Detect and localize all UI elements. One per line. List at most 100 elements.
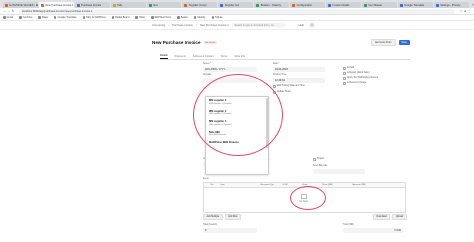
browser-tab-label: Item Master (368, 3, 383, 7)
dropdown-scrollbar[interactable] (266, 98, 268, 148)
posting-time-label: Posting Time (273, 74, 287, 76)
supplier-option-description: MM supplier 4 (Sanket) (209, 123, 232, 126)
bookmark-label: Maps (41, 16, 48, 19)
get-items-button[interactable]: Get Items From (370, 39, 396, 46)
bookmark-item[interactable]: Maps (38, 16, 48, 19)
empty-table-text: No Data (299, 199, 308, 203)
edit-posting-checkbox[interactable]: Edit Posting Date and Time (273, 85, 305, 88)
bookmark-label: ERPNext Docs (154, 16, 172, 19)
reverse-charge-label: Is Reverse Charge (347, 82, 367, 85)
browser-tab-label: Brokers - tinkerby (260, 3, 282, 7)
total-label: Total (INR) (343, 224, 354, 226)
upload-button[interactable]: Upload (392, 214, 407, 220)
supplier-option[interactable]: MM supplier 2 MM supplier 2 (Sanket) (206, 108, 268, 119)
supplier-option[interactable]: MM supplier 3 MM supplier 3 (Sanket) (206, 97, 268, 108)
form-tab[interactable]: Details (160, 54, 168, 59)
bookmark-item[interactable]: Google Translate (53, 16, 77, 19)
series-select[interactable]: ACC-PINV-.YYYY.- (203, 67, 257, 72)
supplier-input[interactable] (203, 78, 257, 83)
bookmark-label: Odoo (138, 16, 146, 19)
save-button[interactable]: Save (398, 40, 410, 45)
supplier-option-description: MM supplier 2 (Sanket) (209, 113, 232, 116)
bookmark-label: Shopify (197, 16, 206, 19)
bookmark-icon (19, 16, 22, 19)
form-tab[interactable]: Address & Contact (193, 55, 214, 59)
tab-favicon-icon (363, 3, 367, 7)
items-label: Items (203, 178, 209, 180)
address-input[interactable]: localhost:8000/app/purchase-invoice/new-… (19, 8, 455, 14)
breadcrumb-item[interactable]: New Purchase Invoice 1 (200, 24, 229, 27)
is-return-label: Is Return (Debit Note) (347, 72, 370, 75)
bookmark-icon (111, 16, 115, 19)
is-paid-checkbox[interactable]: Is Paid (343, 67, 354, 70)
is-return-checkbox[interactable]: Is Return (Debit Note) (343, 72, 369, 75)
empty-table-icon (300, 193, 307, 199)
tab-favicon-icon (184, 3, 188, 7)
table-header-cell: No. (210, 184, 214, 186)
bookmark-label: Google Translate (57, 16, 77, 19)
total-qty-label: Total Quantity (203, 224, 218, 226)
browser-tab-label: Configuration (296, 3, 313, 7)
edit-posting-label: Edit Posting Date and Time (277, 85, 305, 88)
breadcrumb-item[interactable]: Accounting (152, 24, 165, 27)
download-button[interactable]: Download (373, 214, 391, 220)
tab-favicon-icon (76, 3, 80, 7)
supplier-option-name: MultiPulse ERB Finance (209, 141, 239, 145)
browser-url-bar: ← → ↻ localhost:8000/app/purchase-invoic… (0, 8, 474, 15)
supplier-option[interactable]: Nine MM Nine MM Material (206, 129, 268, 140)
project-field[interactable]: Project (313, 158, 324, 161)
help-menu[interactable]: Help (298, 24, 304, 27)
date-input[interactable]: 24-04-2023 (273, 67, 325, 72)
tab-favicon-icon (220, 3, 224, 7)
bookmark-label: SQLite (215, 16, 223, 19)
browser-tab-label: E-INVOICE VALUES - ERPNEXT 2023 BETA (9, 3, 38, 7)
avatar[interactable] (310, 23, 314, 27)
add-multiple-button[interactable]: Add Multiple (203, 214, 223, 220)
supplier-option[interactable]: MultiPulse ERB Finance (206, 139, 268, 148)
bookmark-item[interactable]: SQLite (211, 16, 223, 19)
scan-barcode-input[interactable] (313, 169, 365, 174)
tab-favicon-icon (112, 3, 116, 7)
form-tab[interactable]: Terms (221, 55, 228, 59)
tab-favicon-icon (435, 3, 439, 7)
supplier-option[interactable]: MM supplier 4 MM supplier 4 (Sanket) (206, 118, 268, 129)
browser-tab-label: Purchase Invoice (81, 3, 102, 7)
bookmark-icon (38, 16, 41, 19)
add-row-button[interactable]: Add Row (224, 214, 241, 220)
breadcrumb-item[interactable]: Purchase Invoice (172, 24, 193, 27)
bookmark-icon (82, 16, 86, 19)
bookmark-item[interactable]: Tally for ERPNext (82, 16, 106, 19)
bookmark-label: Books (180, 16, 188, 19)
breadcrumb-separator-icon: › (195, 23, 197, 27)
menu-icon[interactable]: ⋮ (467, 9, 471, 13)
bookmark-item[interactable]: Digital Brand (111, 16, 129, 19)
posting-time-input[interactable]: 12:49:34 (273, 78, 325, 83)
bookmark-item[interactable]: Gmail (3, 16, 13, 19)
bookmark-item[interactable]: YouTube (19, 16, 32, 19)
reload-icon[interactable]: ↻ (11, 9, 15, 13)
browser-tab-label: Supplier Group (188, 3, 207, 7)
bookmark-icon (135, 16, 138, 19)
project-label: Project (317, 158, 325, 161)
browser-tab-bar: E-INVOICE VALUES - ERPNEXT 2023 BETA New … (0, 0, 474, 8)
bookmark-icon (53, 16, 57, 19)
reverse-charge-checkbox[interactable]: Is Reverse Charge (343, 82, 366, 85)
supplier-option-name: MM supplier 3 (209, 99, 227, 102)
form-tabs: Details Payments Address & Contact Terms Mor… (160, 54, 410, 60)
supplier-option-name: MM supplier 4 (209, 120, 227, 124)
apply-tds-checkbox[interactable]: Apply Tax Withholding Amount (343, 77, 378, 80)
tab-favicon-icon (328, 3, 332, 7)
date-label: Date * (273, 63, 280, 65)
items-table: No. Item Accepted Qty UOM Rate Rate (INR) Amou… (203, 182, 406, 213)
items-table-actions-right: Download Upload (373, 214, 409, 220)
bookmark-item[interactable]: ERPNext Docs (151, 16, 171, 19)
bookmark-item[interactable]: Shopify (193, 16, 206, 19)
bookmark-item[interactable]: Books (177, 16, 188, 19)
update-stock-checkbox[interactable]: Update Stock (273, 91, 291, 94)
app-search-input[interactable]: Search or type a command (Ctrl + G) (232, 22, 287, 28)
tab-favicon-icon (5, 3, 8, 7)
bookmark-item[interactable]: Odoo (135, 16, 145, 19)
browser-tab-label: Settings - Privacy (440, 3, 461, 7)
form-tab[interactable]: Payments (175, 55, 186, 59)
form-tab[interactable]: More Info (234, 55, 245, 59)
